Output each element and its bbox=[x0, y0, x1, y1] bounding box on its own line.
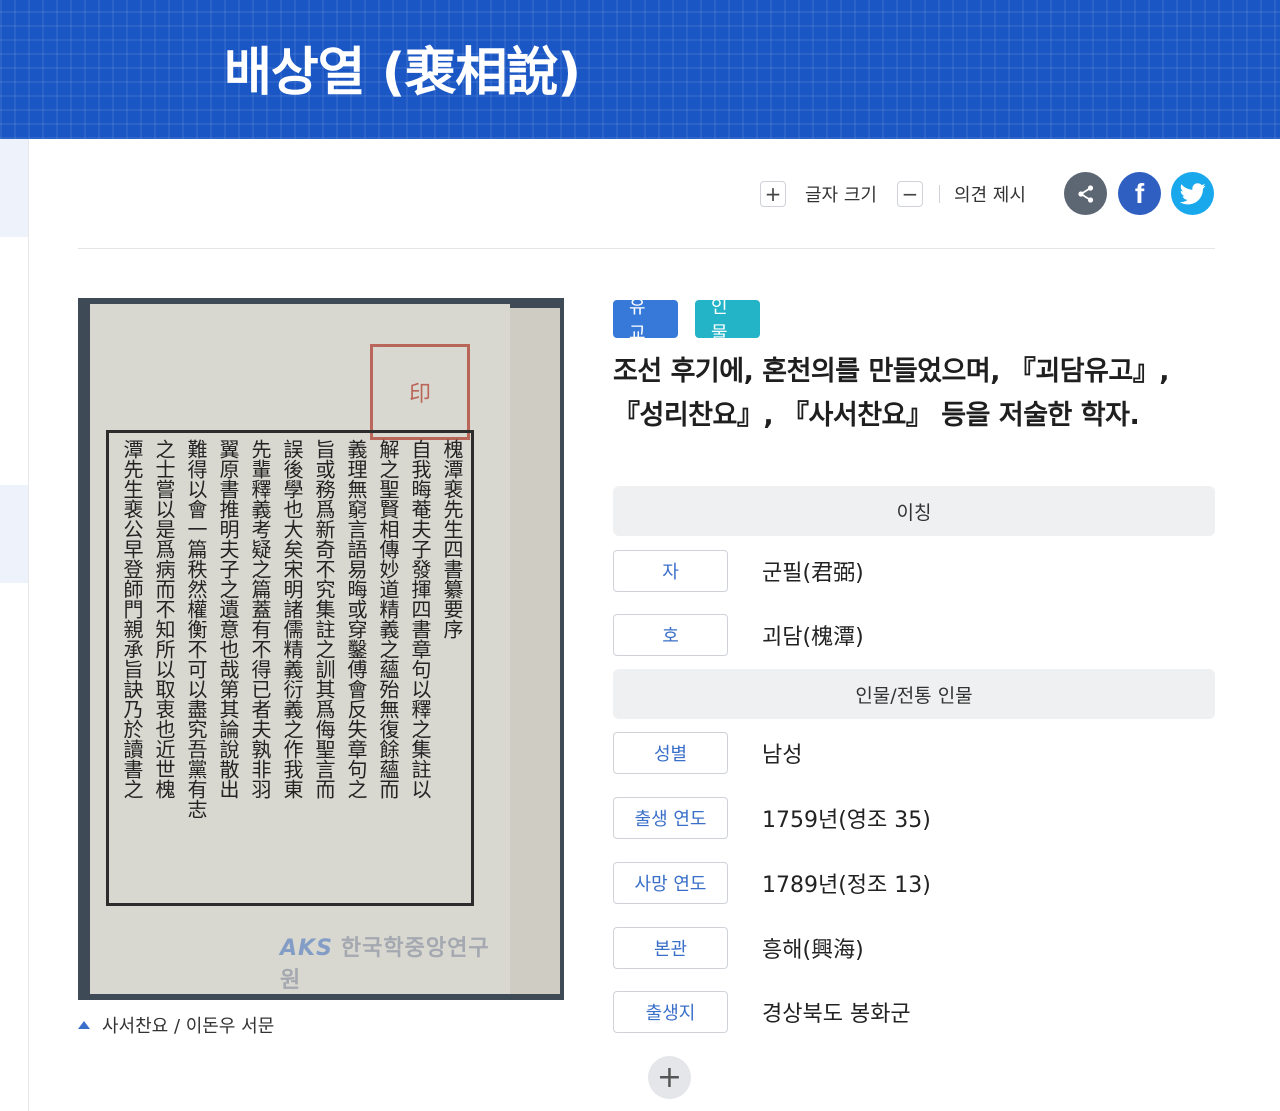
image-caption: 사서찬요 / 이돈우 서문 bbox=[78, 1012, 274, 1038]
twitter-icon bbox=[1179, 182, 1206, 204]
left-rail bbox=[0, 139, 29, 1111]
value-courtesy-name: 군필(君弼) bbox=[762, 561, 864, 586]
book-text-column: 解之聖賢相傳妙道精義之蘊殆無復餘蘊而 bbox=[377, 439, 399, 799]
book-text-column: 槐潭裵先生四書纂要序 bbox=[441, 439, 463, 639]
seal-stamp: 印 bbox=[370, 344, 470, 440]
share-button[interactable] bbox=[1064, 172, 1107, 215]
book-text-column: 難得以會一篇秩然權衡不可以盡究吾黨有志 bbox=[185, 439, 207, 819]
facebook-button[interactable]: f bbox=[1118, 172, 1161, 215]
summary-line-2: 『성리찬요』, 『사서찬요』 등을 저술한 학자. bbox=[613, 400, 1140, 431]
aks-logo-icon: AKS bbox=[280, 936, 333, 961]
toolbar-divider bbox=[938, 185, 940, 203]
opinion-link[interactable]: 의견 제시 bbox=[954, 181, 1026, 207]
rail-tab-1[interactable] bbox=[0, 139, 28, 237]
summary-line-1: 조선 후기에, 혼천의를 만들었으며, 『괴담유고』, bbox=[613, 356, 1170, 387]
value-pen-name: 괴담(槐潭) bbox=[762, 625, 864, 650]
facebook-icon: f bbox=[1134, 177, 1145, 209]
section-person-header: 인물/전통 인물 bbox=[613, 669, 1215, 719]
more-info-button[interactable]: + bbox=[648, 1056, 691, 1099]
book-page-right bbox=[510, 308, 560, 994]
value-birth-year: 1759년(영조 35) bbox=[762, 808, 931, 833]
seal-stamp-text: 印 bbox=[408, 382, 431, 407]
font-size-label: 글자 크기 bbox=[805, 185, 877, 206]
label-death-year[interactable]: 사망 연도 bbox=[613, 862, 728, 904]
book-page-left: 印 槐潭裵先生四書纂要序 自我晦菴夫子發揮四書章句以釋之集註以 解之聖賢相傳妙道精義… bbox=[90, 304, 510, 994]
twitter-button[interactable] bbox=[1171, 172, 1214, 215]
value-clan-origin: 흥해(興海) bbox=[762, 938, 864, 963]
book-text-column: 之士嘗以是爲病而不知所以取衷也近世槐 bbox=[153, 439, 175, 799]
book-text-column: 義理無窮言語易晦或穿鑿傅會反失章句之 bbox=[345, 439, 367, 799]
share-icon bbox=[1077, 184, 1093, 203]
value-death-year: 1789년(정조 13) bbox=[762, 873, 931, 898]
toolbar: + 글자 크기 − 의견 제시 bbox=[760, 172, 1026, 216]
book-text-column: 潭先生裵公早登師門親承旨訣乃於讀書之 bbox=[121, 439, 143, 799]
book-text-column: 誤後學也大矣宋明諸儒精義衍義之作我東 bbox=[281, 439, 303, 799]
book-text-column: 先輩釋義考疑之篇蓋有不得已者夫孰非羽 bbox=[249, 439, 271, 799]
rail-tab-2[interactable] bbox=[0, 485, 28, 583]
toolbar-divider-line bbox=[78, 248, 1215, 249]
label-birthplace[interactable]: 출생지 bbox=[613, 991, 728, 1033]
value-gender: 남성 bbox=[762, 743, 803, 768]
section-alias-header: 이칭 bbox=[613, 486, 1215, 536]
text-frame: 槐潭裵先生四書纂要序 自我晦菴夫子發揮四書章句以釋之集註以 解之聖賢相傳妙道精義之蘊… bbox=[106, 430, 474, 906]
book-text-column: 自我晦菴夫子發揮四書章句以釋之集註以 bbox=[409, 439, 431, 799]
font-decrease-button[interactable]: − bbox=[896, 181, 923, 207]
book-text-column: 翼原書推明夫子之遺意也哉第其論說散出 bbox=[217, 439, 239, 799]
watermark: AKS 한국학중앙연구원 bbox=[280, 930, 510, 994]
label-clan-origin[interactable]: 본관 bbox=[613, 927, 728, 969]
label-birth-year[interactable]: 출생 연도 bbox=[613, 797, 728, 839]
label-gender[interactable]: 성별 bbox=[613, 732, 728, 774]
caret-up-icon[interactable] bbox=[78, 1021, 90, 1029]
tag-confucianism[interactable]: 유교 bbox=[613, 297, 678, 344]
tag-person[interactable]: 인물 bbox=[695, 297, 760, 344]
label-pen-name[interactable]: 호 bbox=[613, 614, 728, 656]
book-photo[interactable]: 印 槐潭裵先生四書纂要序 自我晦菴夫子發揮四書章句以釋之集註以 解之聖賢相傳妙道精義… bbox=[78, 298, 564, 1000]
page-header: 배상열 (裵相說) bbox=[0, 0, 1280, 139]
image-caption-text: 사서찬요 / 이돈우 서문 bbox=[102, 1016, 275, 1037]
label-courtesy-name[interactable]: 자 bbox=[613, 550, 728, 592]
summary-text: 조선 후기에, 혼천의를 만들었으며, 『괴담유고』, 『성리찬요』, 『사서찬… bbox=[613, 350, 1213, 438]
value-birthplace: 경상북도 봉화군 bbox=[762, 1002, 911, 1027]
book-text-column: 旨或務爲新奇不究集註之訓其爲侮聖言而 bbox=[313, 439, 335, 799]
page-title: 배상열 (裵相說) bbox=[224, 43, 581, 103]
font-increase-button[interactable]: + bbox=[760, 181, 786, 207]
